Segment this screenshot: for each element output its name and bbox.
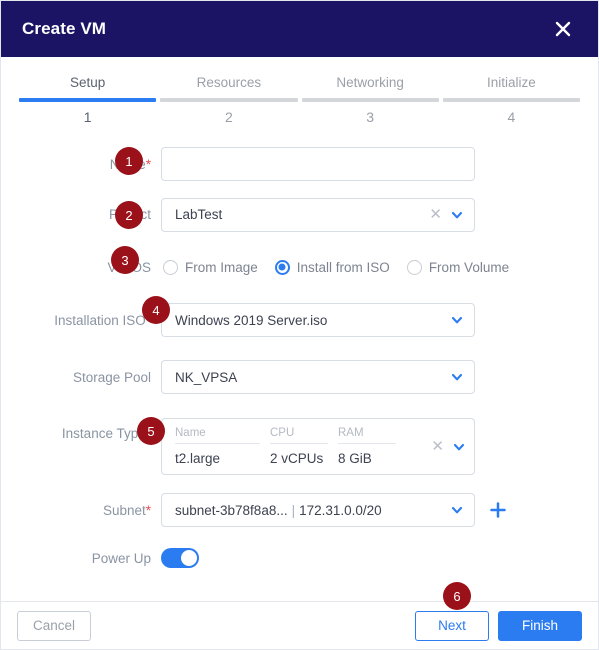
- vm-os-radio-group: From Image Install from ISO From Volume: [161, 259, 510, 275]
- field-row-subnet: Subnet* subnet-3b78f8a8... | 172.31.0.0/20: [1, 484, 598, 536]
- step-number: 4: [507, 109, 516, 125]
- create-vm-form: Name* Project LabTest ✕ VM: [1, 125, 598, 580]
- annotation-badge-5: 5: [137, 417, 165, 445]
- instance-type-select[interactable]: Name t2.large CPU 2 vCPUs RAM 8 GiB ✕: [161, 418, 475, 475]
- instance-type-table: Name t2.large CPU 2 vCPUs RAM 8 GiB: [175, 427, 427, 466]
- subnet-cidr: 172.31.0.0/20: [299, 502, 382, 518]
- project-select[interactable]: LabTest ✕: [161, 197, 475, 232]
- label-subnet: Subnet*: [102, 502, 151, 518]
- instance-type-column-ram: RAM 8 GiB: [338, 427, 406, 466]
- column-value: 2 vCPUs: [270, 451, 324, 466]
- step-label: Resources: [196, 75, 262, 90]
- column-value: 8 GiB: [338, 451, 372, 466]
- dialog-titlebar: Create VM: [1, 1, 598, 57]
- radio-mark-icon: [406, 259, 422, 275]
- required-marker: *: [145, 156, 151, 172]
- radio-label: From Volume: [428, 259, 510, 275]
- column-header: RAM: [338, 427, 396, 444]
- project-select-value: LabTest: [175, 207, 223, 222]
- name-input[interactable]: [161, 147, 475, 181]
- dialog-title: Create VM: [22, 19, 107, 38]
- radio-mark-icon: [163, 259, 178, 275]
- field-row-name: Name*: [1, 141, 598, 187]
- subnet-select[interactable]: subnet-3b78f8a8... | 172.31.0.0/20: [161, 493, 475, 527]
- cancel-button[interactable]: Cancel: [17, 610, 91, 641]
- required-marker: *: [145, 502, 151, 518]
- subnet-value: subnet-3b78f8a8... | 172.31.0.0/20: [175, 503, 450, 518]
- radio-from-volume[interactable]: From Volume: [406, 259, 510, 275]
- step-number: 1: [83, 109, 92, 125]
- column-header: Name: [175, 427, 260, 444]
- column-value: t2.large: [175, 451, 221, 466]
- radio-label: Install from ISO: [296, 259, 390, 275]
- chevron-down-icon[interactable]: [450, 370, 464, 384]
- instance-type-column-name: Name t2.large: [175, 427, 270, 466]
- plus-icon[interactable]: [489, 501, 507, 519]
- field-row-project: Project LabTest ✕: [1, 187, 598, 242]
- radio-label: From Image: [185, 259, 258, 275]
- annotation-badge-2: 2: [115, 201, 143, 229]
- wizard-stepper: Setup 1 Resources 2 Networking 3 Initial…: [1, 57, 598, 125]
- field-row-power-up: Power Up: [1, 536, 598, 580]
- create-vm-dialog: Create VM Setup 1 Resources 2 Networking…: [0, 0, 599, 650]
- chevron-down-icon[interactable]: [452, 440, 466, 454]
- radio-from-image[interactable]: From Image: [163, 259, 258, 275]
- label-storage-pool: Storage Pool: [72, 369, 151, 385]
- power-up-toggle[interactable]: [161, 548, 199, 568]
- clear-x-icon[interactable]: ✕: [427, 439, 452, 454]
- subnet-separator: |: [291, 502, 296, 518]
- radio-install-from-iso[interactable]: Install from ISO: [274, 259, 390, 275]
- field-row-installation-iso: Installation ISO* Windows 2019 Server.is…: [1, 292, 598, 348]
- instance-type-column-cpu: CPU 2 vCPUs: [270, 427, 338, 466]
- annotation-badge-1: 1: [115, 147, 143, 175]
- annotation-badge-3: 3: [111, 246, 139, 274]
- field-row-instance-type: Instance Type* Name t2.large CPU 2 vCPUs: [1, 406, 598, 484]
- step-label: Initialize: [486, 75, 536, 90]
- footer-actions: Next Finish: [415, 610, 582, 641]
- storage-pool-value: NK_VPSA: [175, 369, 238, 385]
- next-button[interactable]: Next: [415, 610, 489, 641]
- step-number: 2: [224, 109, 233, 125]
- step-number: 3: [366, 109, 375, 125]
- step-setup[interactable]: Setup 1: [17, 75, 158, 125]
- chevron-down-icon[interactable]: [450, 503, 464, 517]
- radio-mark-icon: [274, 259, 290, 275]
- step-networking[interactable]: Networking 3: [300, 75, 441, 125]
- chevron-down-icon[interactable]: [450, 208, 464, 222]
- step-label: Setup: [69, 75, 106, 90]
- installation-iso-value: Windows 2019 Server.iso: [175, 312, 328, 328]
- step-resources[interactable]: Resources 2: [158, 75, 299, 125]
- annotation-badge-4: 4: [142, 296, 170, 324]
- field-row-storage-pool: Storage Pool NK_VPSA: [1, 348, 598, 406]
- dialog-footer: Cancel Next Finish: [1, 601, 598, 649]
- field-row-vm-os: VM OS From Image Install from ISO From V…: [1, 242, 598, 292]
- clear-x-icon[interactable]: ✕: [425, 207, 450, 222]
- installation-iso-select[interactable]: Windows 2019 Server.iso: [161, 303, 475, 337]
- column-header: CPU: [270, 427, 328, 444]
- subnet-id: subnet-3b78f8a8...: [175, 502, 288, 518]
- annotation-badge-6: 6: [443, 582, 471, 610]
- close-icon[interactable]: [548, 14, 578, 44]
- label-power-up: Power Up: [91, 550, 151, 566]
- step-label: Networking: [336, 75, 404, 90]
- finish-button[interactable]: Finish: [498, 610, 582, 641]
- chevron-down-icon[interactable]: [450, 313, 464, 327]
- step-initialize[interactable]: Initialize 4: [441, 75, 582, 125]
- storage-pool-select[interactable]: NK_VPSA: [161, 360, 475, 394]
- label-installation-iso: Installation ISO*: [17, 313, 161, 328]
- label-vm-os: VM OS: [107, 259, 151, 275]
